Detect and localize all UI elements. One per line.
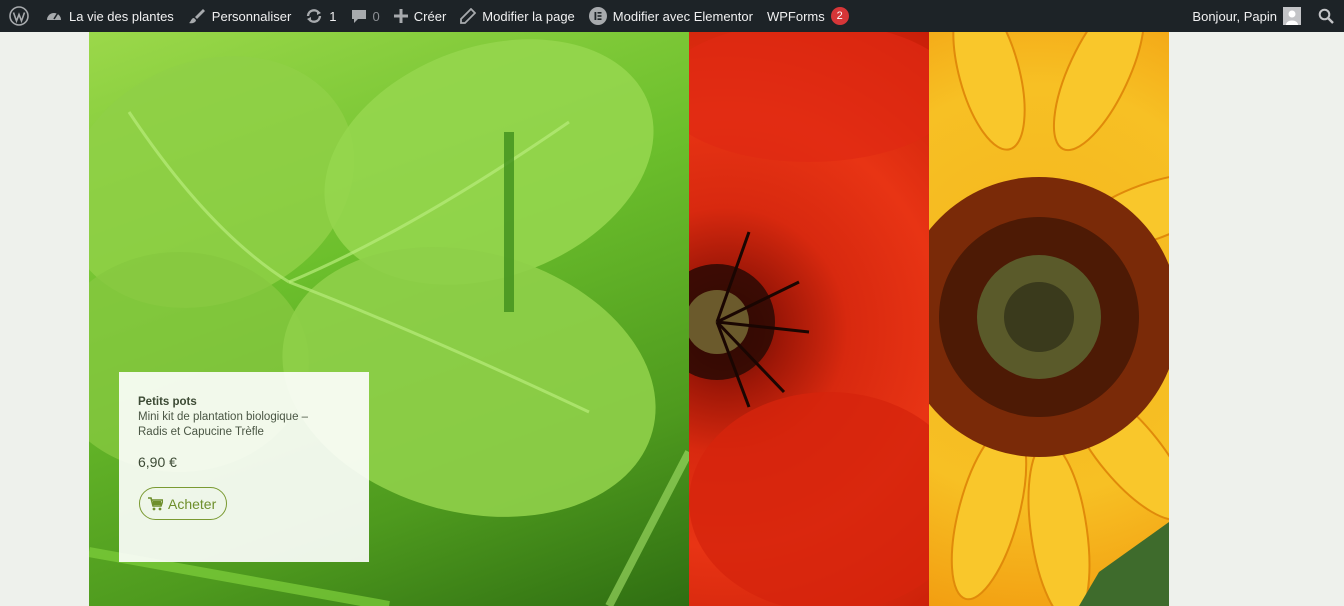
- comment-icon: [351, 10, 366, 23]
- wordpress-logo-button[interactable]: [0, 0, 38, 32]
- plus-icon: [393, 9, 408, 23]
- wpforms-label: WPForms: [766, 8, 825, 24]
- wpforms-menu[interactable]: WPForms 2: [760, 0, 856, 32]
- comments-count: 0: [372, 8, 380, 24]
- product-title[interactable]: Mini kit de plantation biologique – Radi…: [138, 410, 338, 440]
- new-content-menu[interactable]: Créer: [387, 0, 454, 32]
- search-icon: [1318, 8, 1334, 24]
- poppy-photo: [689, 32, 929, 606]
- buy-button[interactable]: Acheter: [139, 487, 228, 520]
- site-name-menu[interactable]: La vie des plantes: [38, 0, 181, 32]
- elementor-menu[interactable]: Modifier avec Elementor: [582, 0, 760, 32]
- comments-menu[interactable]: 0: [344, 0, 387, 32]
- site-name-label: La vie des plantes: [69, 8, 174, 24]
- cart-icon: [148, 496, 163, 510]
- edit-page-label: Modifier la page: [482, 8, 575, 24]
- elementor-icon: [588, 7, 607, 25]
- new-content-label: Créer: [413, 8, 447, 24]
- dashboard-icon: [47, 13, 61, 20]
- user-avatar-icon: [1283, 7, 1301, 25]
- sunflower-photo: [929, 32, 1169, 606]
- customize-label: Personnaliser: [211, 8, 292, 24]
- account-menu[interactable]: Bonjour, Papin: [1185, 0, 1308, 32]
- edit-page-menu[interactable]: Modifier la page: [453, 0, 582, 32]
- elementor-label: Modifier avec Elementor: [612, 8, 753, 24]
- poppy-flower-image: [689, 32, 929, 606]
- sunflower-image: [929, 32, 1169, 606]
- product-category: Petits pots: [138, 396, 197, 408]
- brush-icon: [188, 9, 205, 24]
- greeting-label: Bonjour, Papin: [1192, 8, 1277, 24]
- search-button[interactable]: [1308, 0, 1344, 32]
- buy-button-label: Acheter: [168, 495, 217, 512]
- wpforms-notification-badge: 2: [830, 7, 849, 25]
- updates-count: 1: [329, 8, 337, 24]
- pencil-icon: [460, 8, 477, 24]
- product-price: 6,90 €: [138, 454, 177, 470]
- wordpress-logo-icon: [9, 6, 29, 26]
- updates-icon: [307, 9, 322, 23]
- avatar: [1283, 7, 1301, 25]
- updates-menu[interactable]: 1: [298, 0, 343, 32]
- wp-admin-bar: La vie des plantes Personnaliser 1 0 Cré…: [0, 0, 1344, 32]
- customize-menu[interactable]: Personnaliser: [181, 0, 299, 32]
- product-card: Petits pots Mini kit de plantation biolo…: [119, 372, 369, 562]
